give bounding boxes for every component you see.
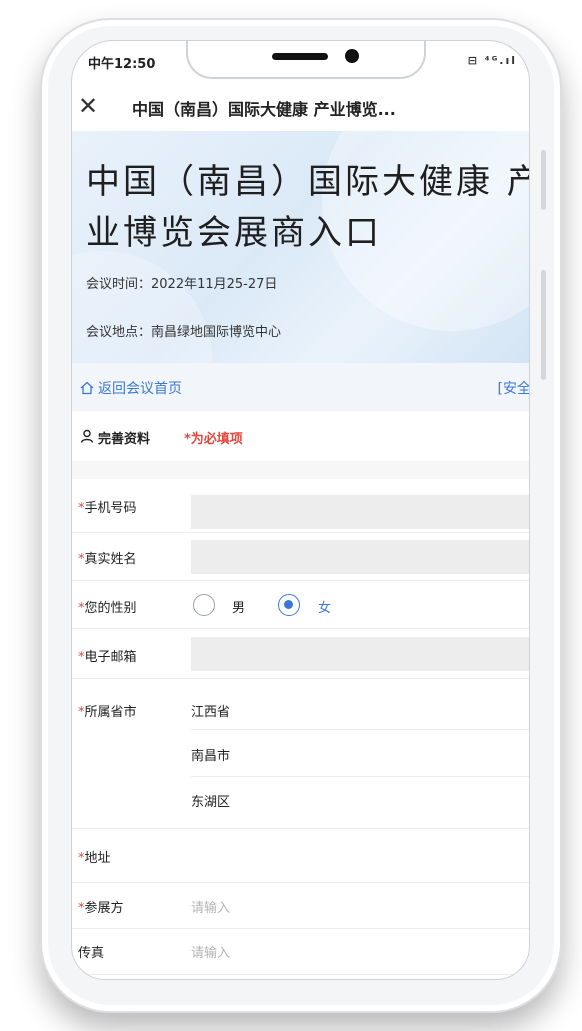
- form-row-region: *所属省市 江西省 南昌市 东湖区: [72, 679, 529, 829]
- back-home-link[interactable]: 返回会议首页: [80, 378, 182, 398]
- exhibitor-label: *参展方: [78, 897, 124, 916]
- signal-icons: ⊟ ⁴ᴳ.ıl: [467, 54, 517, 67]
- phone-label-text: 手机号码: [84, 501, 137, 516]
- address-label-text: 地址: [84, 851, 111, 866]
- speaker-grille: [272, 53, 328, 60]
- meeting-place: 会议地点：南昌绿地国际博览中心: [86, 321, 281, 340]
- meeting-place-label: 会议地点：: [86, 325, 152, 340]
- links-row: 返回会议首页 [安全: [72, 363, 529, 411]
- form-row-address: *地址: [72, 829, 529, 883]
- hero-banner: 中国（南昌）国际大健康 产业博览会展商入口 会议时间：2022年11月25-27…: [72, 131, 529, 363]
- meeting-time-value: 2022年11月25-27日: [151, 277, 278, 292]
- close-icon[interactable]: ✕: [78, 91, 98, 121]
- email-label: *电子邮箱: [78, 646, 137, 665]
- nav-bar: ✕ 中国（南昌）国际大健康 产业博览...: [72, 83, 529, 131]
- city-select[interactable]: 南昌市: [191, 745, 230, 764]
- gender-male-label[interactable]: 男: [232, 597, 245, 616]
- section-title: 完善资料: [98, 432, 151, 447]
- status-bar: 中午12:50 ⊟ ⁴ᴳ.ıl: [72, 41, 529, 83]
- address-input[interactable]: [191, 847, 529, 867]
- province-select[interactable]: 江西省: [191, 701, 230, 720]
- form-row-name: *真实姓名: [72, 533, 529, 581]
- name-input[interactable]: [191, 540, 529, 574]
- form-row-exhibitor: *参展方 请输入: [72, 883, 529, 929]
- district-select[interactable]: 东湖区: [191, 791, 230, 810]
- exhibitor-input[interactable]: 请输入: [191, 897, 230, 916]
- form-row-fax: 传真 请输入: [72, 929, 529, 975]
- exhibitor-label-text: 参展方: [84, 901, 124, 916]
- meeting-time: 会议时间：2022年11月25-27日: [86, 273, 277, 292]
- volume-button: [541, 150, 546, 210]
- nav-title: 中国（南昌）国际大健康 产业博览...: [132, 100, 396, 119]
- page-title: 中国（南昌）国际大健康 产业博览会展商入口: [86, 162, 529, 253]
- home-icon: [80, 381, 94, 395]
- front-camera: [345, 49, 359, 63]
- meeting-place-value: 南昌绿地国际博览中心: [151, 325, 282, 340]
- email-label-text: 电子邮箱: [84, 650, 137, 665]
- region-divider: [191, 729, 529, 730]
- gender-label: *您的性别: [78, 597, 137, 616]
- phone-label: *手机号码: [78, 497, 137, 516]
- phone-input[interactable]: [191, 495, 529, 529]
- region-label-text: 所属省市: [84, 705, 137, 720]
- address-label: *地址: [78, 847, 111, 866]
- section-header: 完善资料 *为必填项: [72, 413, 529, 461]
- form-row-phone: *手机号码: [72, 479, 529, 533]
- user-icon: [80, 429, 94, 443]
- required-hint: *为必填项: [184, 432, 243, 447]
- region-label: *所属省市: [78, 701, 137, 720]
- phone-screen: 中午12:50 ⊟ ⁴ᴳ.ıl ✕ 中国（南昌）国际大健康 产业博览... 中国…: [71, 40, 530, 980]
- power-button: [541, 270, 546, 380]
- gender-female-radio[interactable]: [278, 594, 300, 616]
- email-input[interactable]: [191, 637, 529, 671]
- fax-label: 传真: [78, 946, 105, 961]
- gender-female-label[interactable]: 女: [318, 597, 331, 616]
- fax-input[interactable]: 请输入: [191, 942, 230, 961]
- gender-male-radio[interactable]: [193, 594, 215, 616]
- hero-decoration: [72, 251, 212, 363]
- phone-notch: [186, 41, 426, 79]
- back-home-label: 返回会议首页: [98, 381, 182, 397]
- form-row-gender: *您的性别 男 女: [72, 581, 529, 629]
- status-time: 中午12:50: [88, 57, 156, 72]
- name-label: *真实姓名: [78, 548, 137, 567]
- form-row-email: *电子邮箱: [72, 629, 529, 679]
- region-divider: [191, 776, 529, 777]
- name-label-text: 真实姓名: [84, 552, 137, 567]
- meeting-time-label: 会议时间：: [86, 277, 152, 292]
- gender-label-text: 您的性别: [84, 601, 137, 616]
- safety-link[interactable]: [安全: [498, 378, 529, 398]
- section-divider: [72, 461, 529, 479]
